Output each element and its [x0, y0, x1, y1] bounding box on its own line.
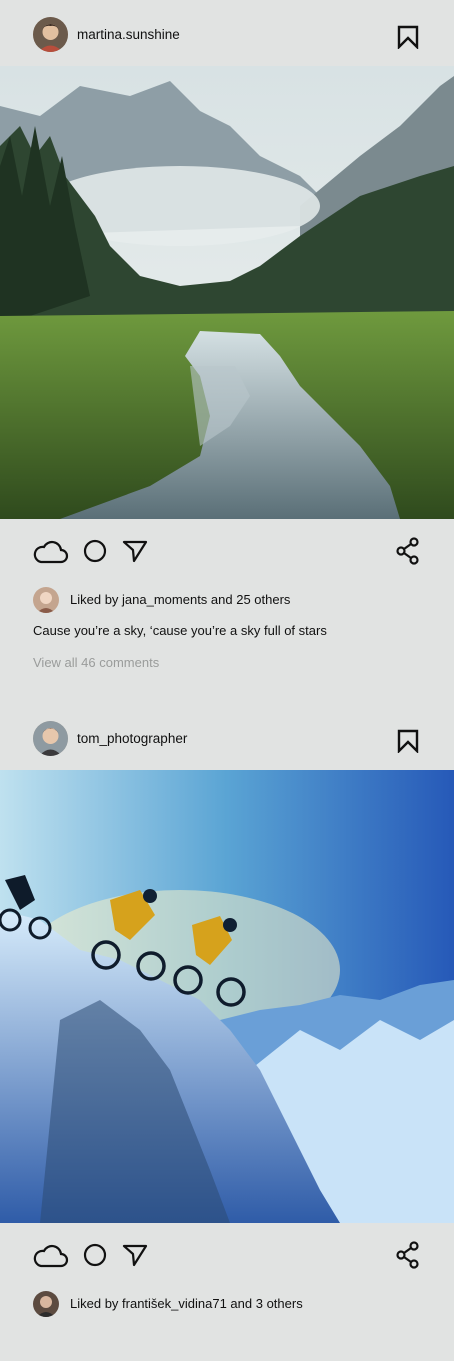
post-photo[interactable]	[0, 66, 454, 519]
avatar[interactable]	[33, 1291, 59, 1317]
likes-text[interactable]: Liked by jana_moments and 25 others	[70, 592, 290, 607]
post-photo[interactable]	[0, 770, 454, 1223]
avatar[interactable]	[33, 17, 68, 52]
send-icon[interactable]	[122, 1241, 150, 1269]
avatar[interactable]	[33, 587, 59, 613]
post-actions	[0, 1241, 454, 1281]
username[interactable]: tom_photographer	[77, 731, 187, 746]
bookmark-icon[interactable]	[396, 729, 420, 754]
share-icon[interactable]	[396, 1241, 422, 1269]
post-header: tom_photographer	[0, 704, 454, 774]
post-actions	[0, 537, 454, 577]
like-cloud-icon[interactable]	[33, 1241, 69, 1269]
comment-circle-icon[interactable]	[83, 537, 109, 565]
username[interactable]: martina.sunshine	[77, 27, 180, 42]
landscape-image	[0, 66, 454, 519]
likes-text[interactable]: Liked by františek_vidina71 and 3 others	[70, 1296, 303, 1311]
caption: Cause you’re a sky, ‘cause you’re a sky …	[33, 623, 327, 638]
comment-circle-icon[interactable]	[83, 1241, 109, 1269]
post-1: martina.sunshine Liked by jana_moments a…	[0, 0, 454, 700]
likes-row: Liked by jana_moments and 25 others	[33, 587, 453, 613]
share-icon[interactable]	[396, 537, 422, 565]
send-icon[interactable]	[122, 537, 150, 565]
likes-row: Liked by františek_vidina71 and 3 others	[33, 1291, 453, 1317]
like-cloud-icon[interactable]	[33, 537, 69, 565]
post-header: martina.sunshine	[0, 0, 454, 70]
avatar[interactable]	[33, 721, 68, 756]
bikers-image	[0, 770, 454, 1223]
view-comments-link[interactable]: View all 46 comments	[33, 655, 159, 670]
post-2: tom_photographer Liked by františek_vidi…	[0, 704, 454, 1361]
avatar-image	[33, 17, 68, 52]
bookmark-icon[interactable]	[396, 25, 420, 50]
